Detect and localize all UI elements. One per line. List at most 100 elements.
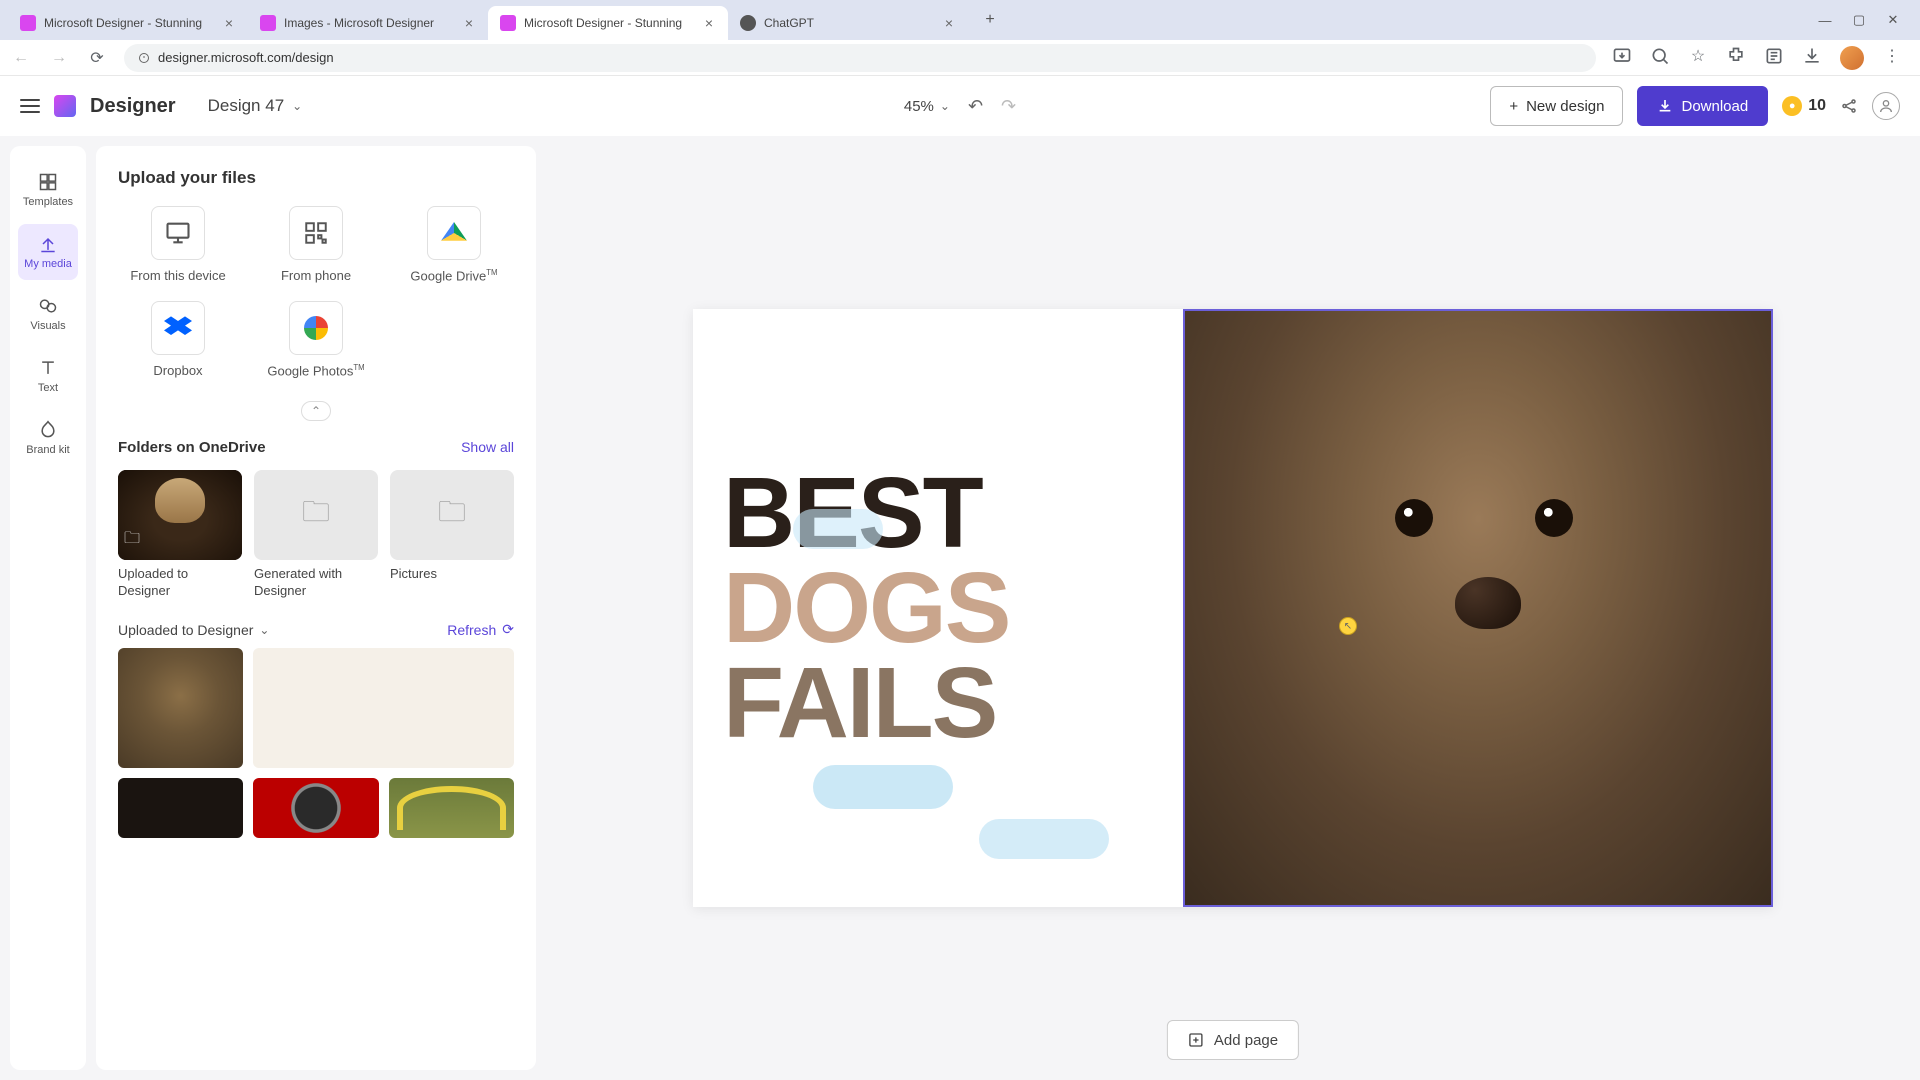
upload-label: Google DriveTM (410, 268, 497, 283)
left-rail: Templates My media Visuals Text Brand ki… (10, 146, 86, 1070)
bookmark-icon[interactable]: ☆ (1688, 46, 1708, 66)
uploaded-section-title: Uploaded to Designer (118, 622, 253, 638)
media-panel: Upload your files From this device From … (96, 146, 536, 1070)
device-icon (151, 206, 205, 260)
share-icon[interactable] (1840, 97, 1858, 115)
folder-label: Uploaded to Designer (118, 566, 242, 600)
rail-templates[interactable]: Templates (18, 162, 78, 218)
menu-icon[interactable]: ⋮ (1882, 46, 1902, 66)
page-info-icon (138, 52, 150, 64)
media-thumbnail-arch[interactable] (389, 778, 514, 838)
media-thumbnail-dartboard[interactable] (253, 778, 378, 838)
folder-icon: 🗀 (124, 527, 140, 554)
coin-icon: ● (1782, 96, 1802, 116)
tab-title: ChatGPT (764, 16, 934, 30)
rail-visuals[interactable]: Visuals (18, 286, 78, 342)
chevron-down-icon[interactable]: ⌄ (259, 623, 269, 637)
canvas-text-area[interactable]: BEST DOGS FAILS (693, 309, 1183, 907)
rail-label: Brand kit (26, 444, 69, 456)
url-input[interactable]: designer.microsoft.com/design (124, 44, 1596, 72)
brand-icon (38, 420, 58, 440)
close-icon[interactable]: × (942, 16, 956, 30)
canvas-image-selected[interactable]: ↖ (1183, 309, 1773, 907)
headline-line-1[interactable]: BEST (723, 466, 1153, 561)
account-icon[interactable] (1872, 92, 1900, 120)
download-icon (1657, 98, 1673, 114)
tab-title: Microsoft Designer - Stunning (524, 16, 694, 30)
button-label: Add page (1214, 1032, 1278, 1049)
design-name-dropdown[interactable]: Design 47⌄ (208, 96, 303, 116)
folder-thumbnail: 🗀 (254, 470, 378, 560)
reload-icon[interactable]: ⟳ (86, 47, 108, 69)
extensions-icon[interactable] (1726, 46, 1746, 66)
browser-tab-3[interactable]: Microsoft Designer - Stunning × (488, 6, 728, 40)
refresh-label: Refresh (447, 622, 496, 638)
close-window-icon[interactable]: ✕ (1886, 13, 1900, 27)
download-button[interactable]: Download (1637, 86, 1768, 126)
qr-icon (289, 206, 343, 260)
browser-tab-1[interactable]: Microsoft Designer - Stunning × (8, 6, 248, 40)
app-header: Designer Design 47⌄ 45%⌄ ↶ ↷ +New design… (0, 76, 1920, 136)
refresh-icon: ⟳ (502, 621, 514, 638)
headline-line-3[interactable]: FAILS (723, 656, 1153, 751)
cloud-shape (813, 765, 953, 809)
cloud-shape (793, 509, 883, 549)
upload-label: From phone (281, 268, 351, 283)
design-canvas[interactable]: BEST DOGS FAILS ↖ (693, 309, 1773, 907)
maximize-icon[interactable]: ▢ (1852, 13, 1866, 27)
tab-title: Microsoft Designer - Stunning (44, 16, 214, 30)
design-name-text: Design 47 (208, 96, 285, 116)
cloud-shape (979, 819, 1109, 859)
upload-google-drive[interactable]: Google DriveTM (394, 206, 514, 283)
rail-my-media[interactable]: My media (18, 224, 78, 280)
upload-google-photos[interactable]: Google PhotosTM (256, 301, 376, 378)
canvas-area[interactable]: BEST DOGS FAILS ↖ Add page (546, 136, 1920, 1080)
new-tab-button[interactable]: + (976, 6, 1004, 34)
upload-from-phone[interactable]: From phone (256, 206, 376, 283)
upload-from-device[interactable]: From this device (118, 206, 238, 283)
rail-text[interactable]: Text (18, 348, 78, 404)
back-icon[interactable]: ← (10, 47, 32, 69)
browser-tab-strip: Microsoft Designer - Stunning × Images - … (0, 0, 1920, 40)
forward-icon[interactable]: → (48, 47, 70, 69)
rail-brand-kit[interactable]: Brand kit (18, 410, 78, 466)
close-icon[interactable]: × (222, 16, 236, 30)
upload-icon (38, 234, 58, 254)
show-all-link[interactable]: Show all (461, 439, 514, 455)
close-icon[interactable]: × (462, 16, 476, 30)
credits-display[interactable]: ●10 (1782, 96, 1826, 116)
folder-thumbnail: 🗀 (118, 470, 242, 560)
gdrive-icon (427, 206, 481, 260)
zoom-reset-icon[interactable] (1650, 46, 1670, 66)
upload-dropbox[interactable]: Dropbox (118, 301, 238, 378)
folder-thumbnail: 🗀 (390, 470, 514, 560)
profile-avatar[interactable] (1840, 46, 1864, 70)
reading-list-icon[interactable] (1764, 46, 1784, 66)
gphotos-icon (289, 301, 343, 355)
headline-line-2[interactable]: DOGS (723, 561, 1153, 656)
add-page-button[interactable]: Add page (1167, 1020, 1299, 1060)
zoom-dropdown[interactable]: 45%⌄ (904, 98, 950, 115)
button-label: New design (1526, 98, 1604, 115)
downloads-icon[interactable] (1802, 46, 1822, 66)
install-icon[interactable] (1612, 46, 1632, 66)
new-design-button[interactable]: + New design (1490, 86, 1623, 126)
browser-tab-2[interactable]: Images - Microsoft Designer× (248, 6, 488, 40)
visuals-icon (38, 296, 58, 316)
folder-pictures[interactable]: 🗀Pictures (390, 470, 514, 600)
collapse-section-button[interactable]: ⌃ (301, 401, 331, 421)
close-icon[interactable]: × (702, 16, 716, 30)
folder-uploaded[interactable]: 🗀 Uploaded to Designer (118, 470, 242, 600)
hamburger-icon[interactable] (20, 99, 40, 113)
dropbox-icon (151, 301, 205, 355)
media-thumbnail-items[interactable] (253, 648, 514, 768)
media-thumbnail-dark[interactable] (118, 778, 243, 838)
browser-tab-4[interactable]: ChatGPT × (728, 6, 968, 40)
folder-generated[interactable]: 🗀Generated with Designer (254, 470, 378, 600)
undo-button[interactable]: ↶ (968, 96, 983, 117)
main-content: Templates My media Visuals Text Brand ki… (0, 136, 1920, 1080)
refresh-button[interactable]: Refresh ⟳ (447, 621, 514, 638)
media-thumbnail-dog[interactable] (118, 648, 243, 768)
plus-icon: + (1509, 98, 1518, 115)
minimize-icon[interactable]: — (1818, 13, 1832, 27)
